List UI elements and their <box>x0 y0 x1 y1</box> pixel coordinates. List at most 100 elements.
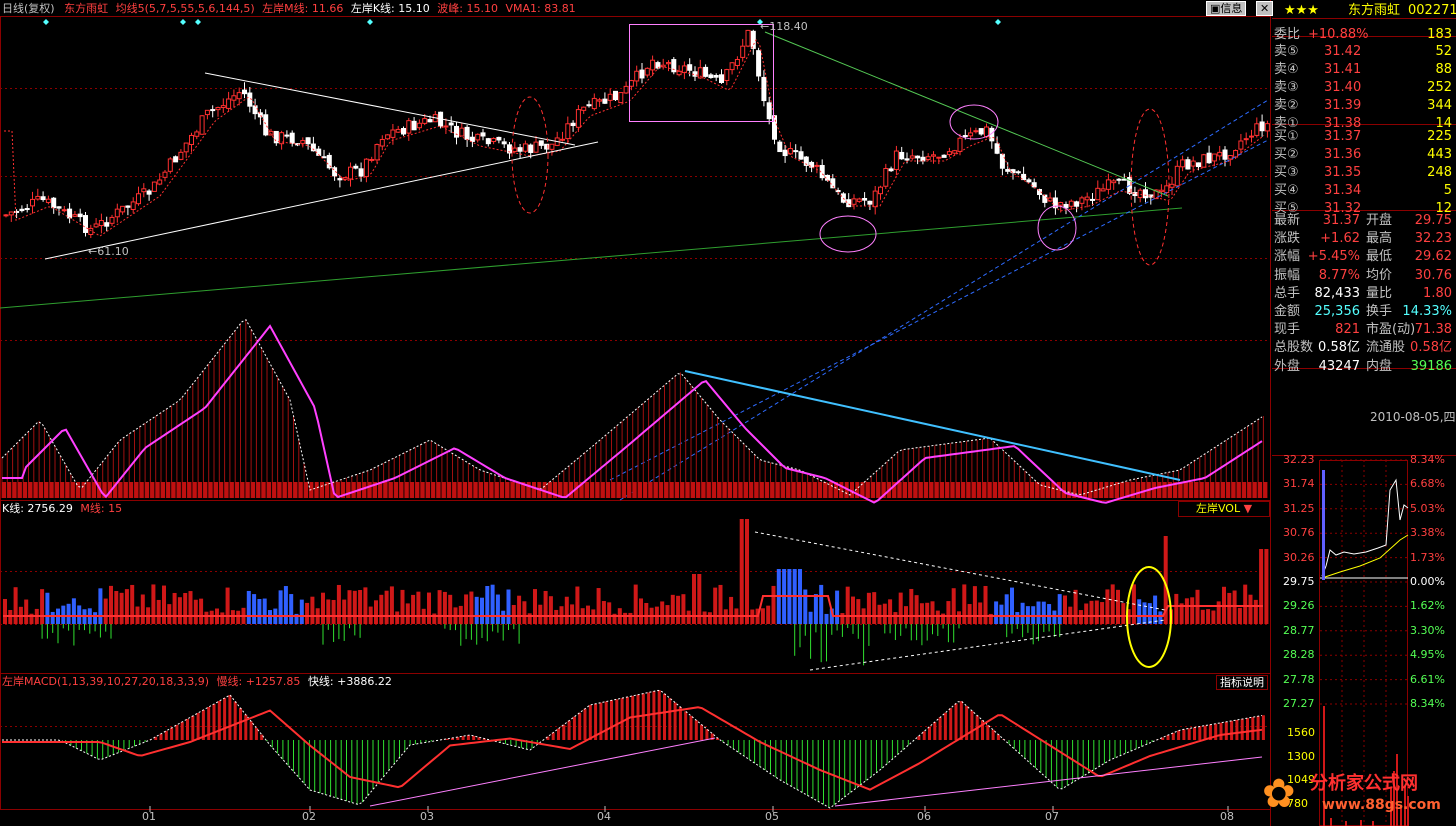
osc-base-bar <box>431 482 436 498</box>
candle <box>777 141 783 153</box>
osc-base-bar <box>1120 482 1125 498</box>
volume-bar <box>845 586 850 624</box>
stat-row: 涨幅 +5.45% 最低 29.62 <box>1272 248 1456 265</box>
flower-logo-icon: ✿ <box>1262 771 1296 817</box>
osc-base-bar <box>272 482 277 498</box>
volume-bar <box>824 613 829 624</box>
osc-base-bar <box>622 482 627 498</box>
orderbook-row: 买② 31.36 443 <box>1272 146 1456 163</box>
candle <box>1084 196 1090 201</box>
osc-base-bar <box>1252 482 1257 498</box>
candle <box>528 144 534 153</box>
weibi-vol: 183 <box>1427 27 1452 42</box>
intraday-price-tick: 32.23 <box>1283 453 1315 466</box>
osc-base-bar <box>924 482 929 498</box>
osc-base-bar <box>966 482 971 498</box>
candle <box>1042 194 1048 203</box>
indicator-help-button[interactable]: 指标说明 <box>1216 675 1268 690</box>
chevron-down-icon: ▼ <box>1243 502 1253 515</box>
volume-bar <box>660 601 665 624</box>
candle <box>734 59 740 66</box>
candle <box>936 156 942 159</box>
volume-bar <box>395 611 400 624</box>
candle <box>708 74 714 78</box>
candle <box>210 109 216 112</box>
osc-base-bar <box>781 482 786 498</box>
volume-bar <box>972 586 977 624</box>
volume-bar <box>183 593 188 624</box>
volume-bar <box>888 599 893 624</box>
highlight-ellipse <box>819 215 877 253</box>
candle <box>342 177 348 180</box>
volume-bar <box>1020 602 1025 624</box>
volume-bar <box>951 588 956 624</box>
candle <box>300 140 306 144</box>
close-button[interactable]: ✕ <box>1256 1 1273 16</box>
close-icon: ✕ <box>1260 2 1270 15</box>
candle <box>750 30 756 49</box>
volume-bar <box>1253 599 1258 624</box>
x-axis-tick: 07 <box>1045 810 1059 823</box>
osc-base-bar <box>55 482 59 498</box>
candle <box>920 156 926 162</box>
indicator-select[interactable]: 左岸VOL ▼ <box>1178 501 1270 517</box>
volume-bar <box>61 605 66 624</box>
osc-base-bar <box>1247 482 1252 498</box>
chart-canvas[interactable] <box>0 0 1456 826</box>
osc-base-bar <box>118 482 123 498</box>
candle <box>56 206 62 209</box>
osc-base-bar <box>304 482 309 498</box>
volume-bar <box>411 594 416 624</box>
intraday-price-tick: 28.77 <box>1283 623 1315 637</box>
orderbook-price: 31.37 <box>1324 129 1362 144</box>
intraday-pct-tick: 5.03% <box>1410 501 1445 515</box>
candle <box>3 214 9 217</box>
intraday-price-tick: 28.28 <box>1283 648 1315 662</box>
period-label[interactable]: 日线(复权) <box>2 2 55 15</box>
candle <box>724 69 730 81</box>
candle <box>1111 180 1117 184</box>
osc-base-bar <box>712 482 717 498</box>
volume-bar <box>114 591 119 624</box>
high-price-annotation: ←118.40 <box>760 20 808 33</box>
volume-bar <box>1063 595 1067 624</box>
candle <box>242 89 247 95</box>
candle <box>1143 189 1148 199</box>
orderbook-row: 卖④ 31.41 88 <box>1272 61 1456 78</box>
info-button[interactable]: ▣信息 <box>1206 1 1247 16</box>
volume-bar <box>230 610 235 624</box>
osc-base-bar <box>998 482 1003 498</box>
osc-base-bar <box>632 482 637 498</box>
candle <box>560 138 565 141</box>
volume-bar <box>177 597 182 624</box>
stat-label: 振幅 <box>1274 267 1301 283</box>
osc-base-bar <box>1210 482 1215 498</box>
osc-base-bar <box>1194 482 1199 498</box>
watermark-title: 分析家公式网 <box>1310 773 1418 794</box>
osc-base-bar <box>691 482 695 498</box>
volume-bar <box>310 596 315 624</box>
volume-bar <box>1248 594 1253 624</box>
volume-bar <box>909 588 914 624</box>
volume-bar <box>77 605 82 624</box>
stat-label: 流通股 <box>1366 340 1406 356</box>
candle <box>151 181 157 192</box>
candle <box>893 150 899 170</box>
volume-bar <box>1105 589 1110 624</box>
candle <box>618 92 624 104</box>
osc-base-bar <box>166 482 171 498</box>
candle <box>1074 201 1080 207</box>
osc-base-bar <box>1242 482 1247 498</box>
intraday-volume-bar <box>1345 821 1347 826</box>
osc-base-bar <box>516 482 521 498</box>
candle <box>1164 185 1170 194</box>
osc-base-bar <box>2 482 6 498</box>
info-button-label: 信息 <box>1220 2 1243 15</box>
osc-base-bar <box>367 482 372 498</box>
osc-base-bar <box>606 482 611 498</box>
trend-line <box>204 72 576 146</box>
orderbook-price: 31.40 <box>1324 80 1362 95</box>
osc-base-bar <box>463 482 468 498</box>
volume-bar <box>771 585 776 624</box>
osc-base-bar <box>1258 482 1263 498</box>
